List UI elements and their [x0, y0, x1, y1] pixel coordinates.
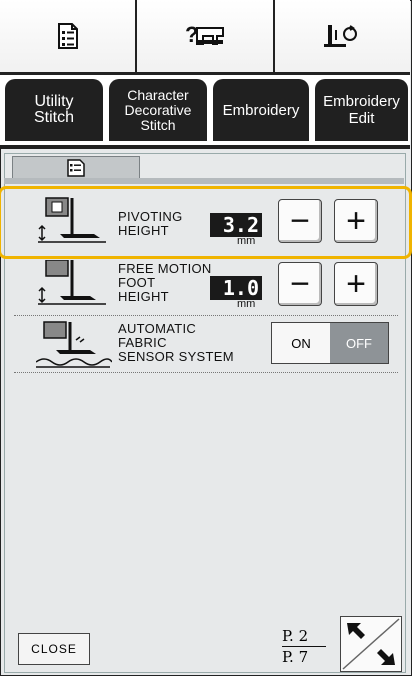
top-toolbar: ? [0, 0, 410, 72]
tab-underline [0, 145, 410, 149]
free-motion-height-increase-button[interactable]: + [334, 262, 378, 306]
row-divider [14, 372, 398, 373]
fabric-sensor-icon [36, 321, 112, 368]
needle-position-icon [324, 25, 358, 47]
tab-bar: Utility Stitch Character Decorative Stit… [0, 75, 410, 145]
page-nav-button[interactable] [340, 616, 402, 672]
page-current: P. 2 [282, 627, 309, 645]
close-button[interactable]: CLOSE [18, 633, 90, 665]
tab-utility-stitch[interactable]: Utility Stitch [5, 79, 103, 141]
settings-sheet-icon [57, 23, 78, 49]
pivoting-height-unit: mm [237, 235, 256, 247]
row-divider [14, 315, 398, 316]
help-button[interactable]: ? [137, 0, 275, 72]
page-total: P. 7 [282, 648, 309, 666]
panel-header-bar [4, 178, 404, 184]
pivoting-height-value: 3.2 [210, 213, 262, 237]
fabric-sensor-label: AUTOMATIC FABRIC SENSOR SYSTEM [118, 321, 234, 364]
fabric-sensor-off-option[interactable]: OFF [330, 323, 388, 363]
pivoting-height-label: PIVOTING HEIGHT [118, 209, 183, 238]
free-motion-height-value: 1.0 [210, 276, 262, 300]
free-motion-height-label: FREE MOTION FOOT HEIGHT [118, 261, 212, 304]
settings-page-icon [67, 159, 85, 177]
settings-page-tab[interactable] [12, 156, 140, 180]
free-motion-height-decrease-button[interactable]: − [278, 262, 322, 306]
fabric-sensor-on-option[interactable]: ON [272, 323, 330, 363]
free-motion-foot-icon [38, 260, 106, 305]
pivoting-height-increase-button[interactable]: + [334, 199, 378, 243]
free-motion-height-unit: mm [237, 298, 256, 310]
page-arrows-icon [342, 618, 400, 670]
page-indicator: P. 2 P. 7 [282, 627, 332, 667]
pivoting-height-decrease-button[interactable]: − [278, 199, 322, 243]
fabric-sensor-toggle[interactable]: ON OFF [271, 322, 389, 364]
row-divider [14, 256, 398, 257]
needle-position-button[interactable] [274, 0, 410, 72]
page-divider [282, 646, 326, 647]
tab-embroidery-edit[interactable]: Embroidery Edit [315, 79, 408, 141]
tab-character-decorative-stitch[interactable]: Character Decorative Stitch [109, 79, 207, 141]
pivoting-height-icon [38, 197, 106, 243]
settings-button[interactable] [0, 0, 138, 72]
help-machine-icon: ? [185, 22, 224, 47]
tab-embroidery[interactable]: Embroidery [213, 79, 309, 141]
